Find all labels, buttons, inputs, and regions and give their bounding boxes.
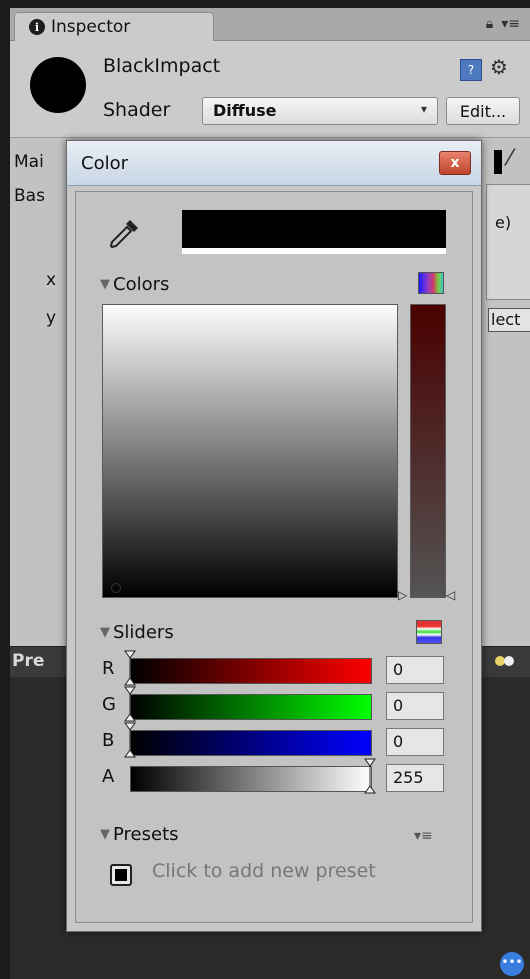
tab-menu-icon[interactable]: ▾≡ <box>501 16 520 32</box>
colors-section-header[interactable]: ▼ Colors <box>100 274 169 295</box>
blue-slider-thumb[interactable] <box>124 722 136 758</box>
green-slider-thumb[interactable] <box>124 686 136 722</box>
red-slider-track[interactable] <box>130 658 372 684</box>
texture-select-button[interactable]: lect <box>488 308 530 332</box>
blue-slider-track[interactable] <box>130 730 372 756</box>
texture-slot-text: e) <box>495 213 512 232</box>
alpha-slider-track[interactable] <box>130 766 372 792</box>
app-frame: i Inspector 🔒︎ ▾≡ BlackImpact ? ⚙ Shader… <box>0 0 530 979</box>
gear-icon[interactable]: ⚙ <box>490 55 508 79</box>
color-mode-icon[interactable] <box>418 272 444 294</box>
alpha-value-field[interactable]: 255 <box>386 764 444 792</box>
current-color-swatch <box>182 210 446 254</box>
color-dialog-titlebar[interactable]: Color x <box>67 141 481 186</box>
green-value-field[interactable]: 0 <box>386 692 444 720</box>
info-icon: i <box>29 19 45 35</box>
tab-tools: 🔒︎ ▾≡ <box>486 16 520 32</box>
main-color-swatch[interactable] <box>494 150 502 174</box>
sliders-section-header[interactable]: ▼ Sliders <box>100 622 174 643</box>
channel-label: G <box>102 694 116 715</box>
channel-label: A <box>102 766 115 787</box>
triangle-down-icon: ▼ <box>100 625 110 640</box>
slider-row-b: B 0 <box>102 722 446 758</box>
sliders-section-label: Sliders <box>113 622 174 643</box>
blue-value-field[interactable]: 0 <box>386 728 444 756</box>
slider-row-a: A 255 <box>102 758 446 794</box>
close-button[interactable]: x <box>439 151 471 175</box>
chevron-down-icon: ▾ <box>420 102 427 116</box>
material-preview-avatar <box>30 57 86 113</box>
tab-inspector[interactable]: i Inspector <box>14 12 214 41</box>
offset-y-label: y <box>46 308 57 328</box>
help-icon[interactable]: ? <box>460 59 482 81</box>
slider-row-r: R 0 <box>102 650 446 686</box>
offset-x-label: x <box>46 270 57 290</box>
triangle-down-icon: ▼ <box>100 277 110 292</box>
triangle-down-icon: ▼ <box>100 827 110 842</box>
tab-label: Inspector <box>51 17 131 37</box>
preview-label: Pre <box>12 651 45 671</box>
color-dialog-body: ▼ Colors ▷ ◁ ▼ Sliders R 0 G 0 B 0 A 255… <box>75 191 473 923</box>
sv-cursor[interactable] <box>111 583 121 593</box>
saturation-value-picker[interactable] <box>102 304 398 598</box>
channel-label: R <box>102 658 115 679</box>
lock-icon[interactable]: 🔒︎ <box>486 16 493 32</box>
shader-dropdown[interactable]: Diffuse ▾ <box>202 97 438 125</box>
eyedropper-icon[interactable]: ⁄ <box>508 146 512 171</box>
shader-label: Shader <box>103 99 171 121</box>
slider-row-g: G 0 <box>102 686 446 722</box>
red-slider-thumb[interactable] <box>124 650 136 686</box>
presets-menu-icon[interactable]: ▾≡ <box>414 828 433 844</box>
channel-label: B <box>102 730 115 751</box>
object-name: BlackImpact <box>103 55 221 77</box>
base-label: Bas <box>14 186 45 206</box>
main-texture-label: Mai <box>14 152 44 172</box>
color-dialog-title: Color <box>81 153 128 174</box>
eyedropper-icon[interactable] <box>106 216 142 252</box>
colors-section-label: Colors <box>113 274 170 295</box>
preview-toggle-icon[interactable] <box>494 655 516 667</box>
chat-icon[interactable]: ••• <box>500 952 524 976</box>
green-slider-track[interactable] <box>130 694 372 720</box>
close-icon: x <box>450 155 460 171</box>
texture-slot[interactable]: e) <box>486 184 530 300</box>
add-preset-text[interactable]: Click to add new preset <box>152 860 376 882</box>
presets-section-label: Presets <box>113 824 179 845</box>
hue-arrow-left-icon[interactable]: ▷ <box>398 588 407 602</box>
shader-value: Diffuse <box>213 101 277 120</box>
inspector-tabbar: i Inspector 🔒︎ ▾≡ <box>10 8 530 41</box>
edit-shader-button[interactable]: Edit... <box>446 97 520 125</box>
slider-mode-icon[interactable] <box>416 620 442 644</box>
color-dialog: Color x ▼ Colors ▷ ◁ ▼ Sliders R 0 G 0 B… <box>66 140 482 932</box>
hue-slider[interactable] <box>410 304 446 598</box>
alpha-slider-thumb[interactable] <box>364 758 376 794</box>
presets-section-header[interactable]: ▼ Presets <box>100 824 179 845</box>
red-value-field[interactable]: 0 <box>386 656 444 684</box>
inspector-header: BlackImpact ? ⚙ Shader Diffuse ▾ Edit... <box>10 41 530 138</box>
hue-arrow-right-icon[interactable]: ◁ <box>446 588 455 602</box>
add-preset-swatch[interactable] <box>110 864 132 886</box>
